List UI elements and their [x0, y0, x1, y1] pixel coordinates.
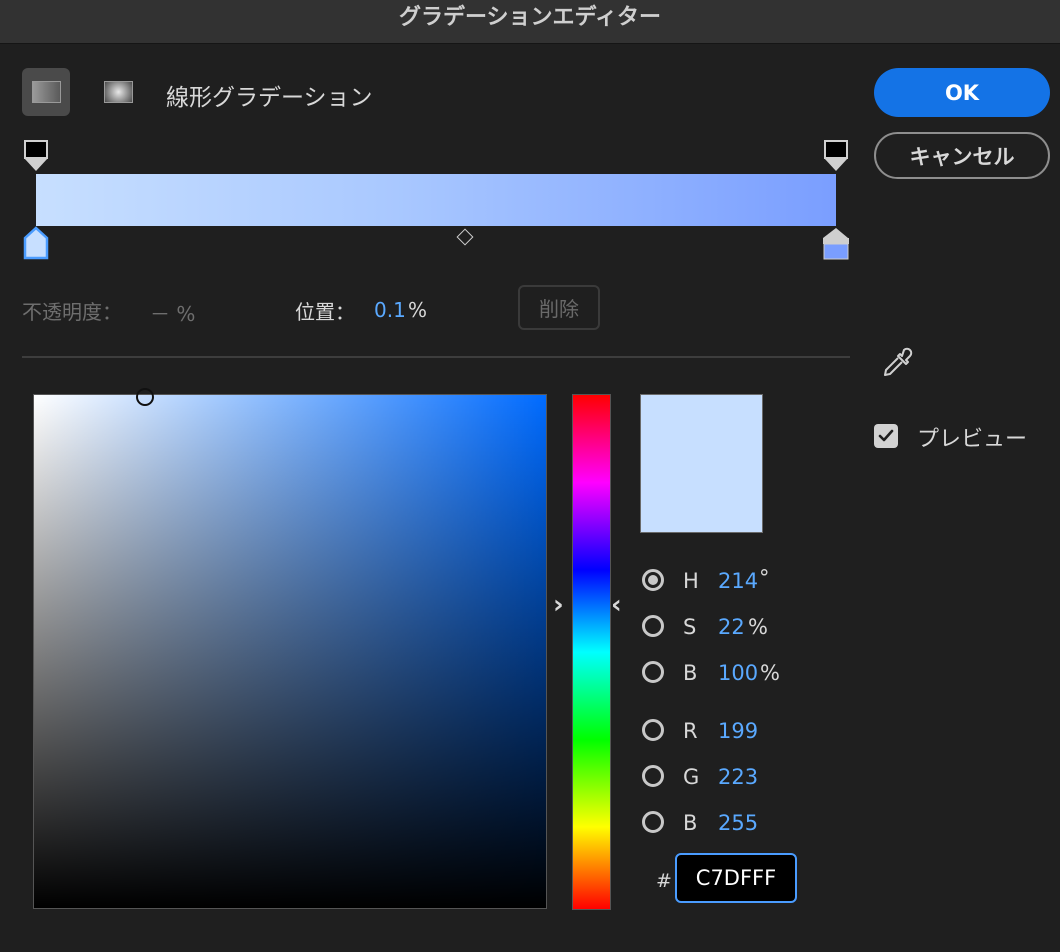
color-field-cursor[interactable] [136, 388, 154, 406]
opacity-label: 不透明度： [22, 300, 122, 324]
ok-button[interactable]: OK [874, 68, 1050, 117]
hex-input[interactable] [675, 853, 797, 903]
radio-s[interactable] [642, 615, 664, 637]
window-title: グラデーションエディター [398, 4, 662, 30]
position-value[interactable]: 0.1 [374, 298, 406, 322]
channel-label: B [683, 811, 698, 835]
channel-unit: % [748, 615, 768, 639]
chevron-right-icon[interactable]: › [553, 590, 564, 620]
divider [22, 356, 850, 358]
hue-slider[interactable] [572, 394, 611, 910]
gradient-type-label: 線形グラデーション [166, 85, 373, 111]
position-label: 位置： [295, 300, 355, 324]
checkmark-icon [878, 429, 894, 442]
radio-blue[interactable] [642, 811, 664, 833]
channel-value[interactable]: 214 [718, 569, 758, 593]
position-unit: % [408, 298, 428, 322]
channel-value[interactable]: 100 [718, 661, 758, 685]
gradient-bar[interactable] [36, 174, 836, 226]
opacity-stop-right[interactable] [824, 140, 848, 172]
color-preview-swatch [640, 394, 763, 533]
preview-label: プレビュー [917, 427, 1028, 452]
eyedropper-icon[interactable] [880, 346, 914, 380]
channel-label: B [683, 661, 698, 685]
channel-unit: ° [759, 566, 770, 590]
delete-button[interactable]: 削除 [518, 285, 600, 330]
saturation-brightness-field[interactable] [33, 394, 547, 909]
radio-b[interactable] [642, 661, 664, 683]
linear-gradient-button[interactable] [22, 68, 70, 116]
channel-value[interactable]: 223 [718, 765, 758, 789]
channel-unit: % [760, 661, 780, 685]
opacity-value: － % [150, 302, 196, 326]
cancel-button[interactable]: キャンセル [874, 132, 1050, 179]
preview-checkbox[interactable] [874, 424, 898, 448]
color-stop-left[interactable] [23, 226, 49, 260]
color-stop-right[interactable] [823, 226, 849, 260]
channel-label: S [683, 615, 697, 639]
title-bar: グラデーションエディター [0, 0, 1060, 44]
channel-label: G [683, 765, 700, 789]
gradient-midpoint[interactable] [456, 228, 474, 246]
opacity-stop-left[interactable] [24, 140, 48, 172]
radial-gradient-button[interactable] [94, 68, 142, 116]
hex-prefix: # [656, 870, 672, 892]
radio-h[interactable] [642, 569, 664, 591]
channel-value[interactable]: 255 [718, 811, 758, 835]
channel-label: H [683, 569, 699, 593]
channel-value[interactable]: 22 [718, 615, 745, 639]
channel-label: R [683, 719, 698, 743]
radial-gradient-icon [104, 81, 133, 103]
channel-value[interactable]: 199 [718, 719, 758, 743]
radio-r[interactable] [642, 719, 664, 741]
radio-g[interactable] [642, 765, 664, 787]
linear-gradient-icon [32, 81, 61, 103]
chevron-left-icon[interactable]: ‹ [611, 590, 622, 620]
